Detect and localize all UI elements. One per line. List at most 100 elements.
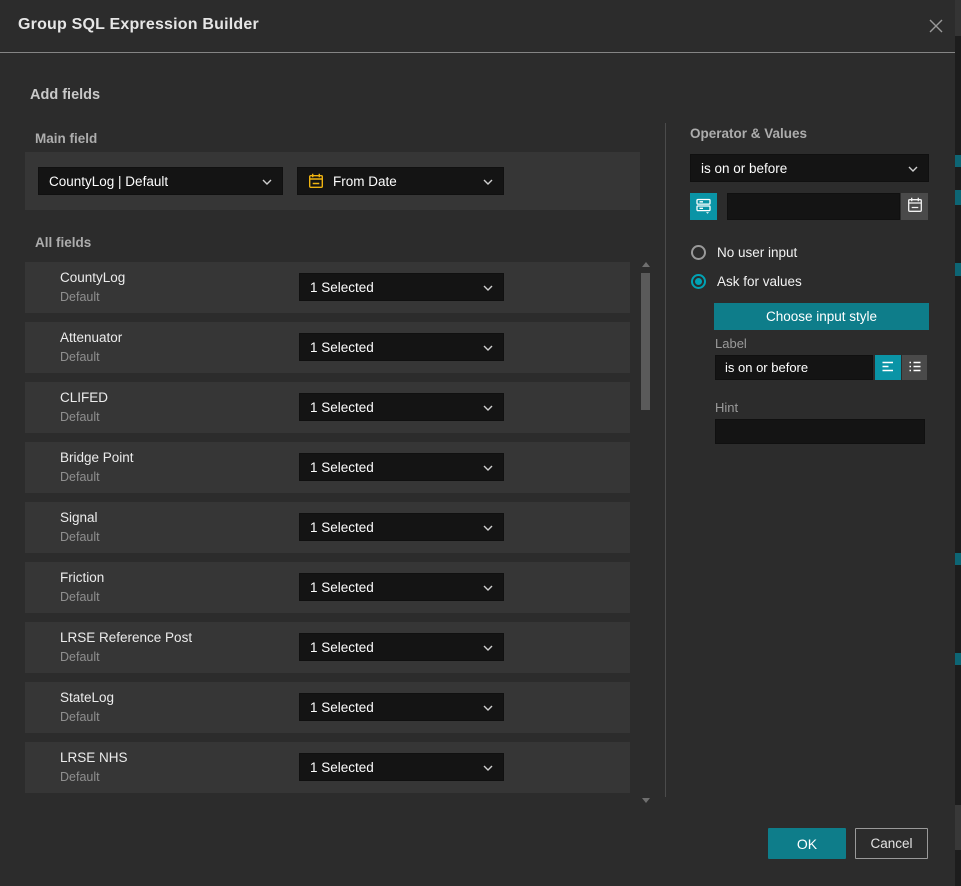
field-name: Bridge Point xyxy=(60,450,134,465)
main-field-source-value: CountyLog | Default xyxy=(49,174,256,189)
chevron-down-icon xyxy=(483,278,493,296)
field-name: CountyLog xyxy=(60,270,125,285)
value-input[interactable] xyxy=(727,193,900,220)
operator-dropdown[interactable]: is on or before xyxy=(690,154,929,182)
chevron-down-icon xyxy=(483,398,493,416)
field-row: Friction Default 1 Selected xyxy=(25,562,630,613)
cancel-button[interactable]: Cancel xyxy=(855,828,928,859)
main-field-panel: CountyLog | Default From Date xyxy=(25,152,640,210)
label-caption: Label xyxy=(715,336,747,351)
strip-segment xyxy=(955,805,961,850)
operator-selected-value: is on or before xyxy=(701,161,902,176)
field-selected-value: 1 Selected xyxy=(310,340,477,355)
chevron-down-icon xyxy=(483,698,493,716)
field-subtitle: Default xyxy=(60,290,100,304)
field-selected-dropdown[interactable]: 1 Selected xyxy=(299,393,504,421)
chevron-down-icon xyxy=(483,172,493,190)
field-selected-value: 1 Selected xyxy=(310,640,477,655)
column-divider xyxy=(665,123,666,797)
background-app-strip xyxy=(955,0,961,886)
field-selected-value: 1 Selected xyxy=(310,400,477,415)
field-selected-dropdown[interactable]: 1 Selected xyxy=(299,273,504,301)
strip-segment xyxy=(955,653,961,665)
field-row: Signal Default 1 Selected xyxy=(25,502,630,553)
chevron-down-icon xyxy=(483,758,493,776)
field-selected-value: 1 Selected xyxy=(310,280,477,295)
chevron-down-icon xyxy=(262,172,272,190)
field-selected-value: 1 Selected xyxy=(310,760,477,775)
field-selected-value: 1 Selected xyxy=(310,700,477,715)
field-selected-value: 1 Selected xyxy=(310,460,477,475)
radio-icon[interactable] xyxy=(691,245,706,260)
radio-selected-icon[interactable] xyxy=(691,274,706,289)
strip-segment xyxy=(955,0,961,36)
label-style-text-button[interactable] xyxy=(875,355,901,380)
scrollbar-down-arrow-icon[interactable] xyxy=(642,798,650,803)
stacked-rows-icon xyxy=(695,197,712,217)
chevron-down-icon xyxy=(483,338,493,356)
label-style-list-button[interactable] xyxy=(902,355,927,380)
strip-segment xyxy=(955,190,961,205)
group-sql-expression-builder-dialog: Group SQL Expression Builder Add fields … xyxy=(0,0,955,886)
field-selected-value: 1 Selected xyxy=(310,580,477,595)
choose-input-style-button[interactable]: Choose input style xyxy=(714,303,929,330)
field-selected-dropdown[interactable]: 1 Selected xyxy=(299,453,504,481)
ok-button[interactable]: OK xyxy=(768,828,846,859)
bulleted-list-icon xyxy=(907,359,923,377)
field-subtitle: Default xyxy=(60,350,100,364)
field-subtitle: Default xyxy=(60,710,100,724)
date-picker-button[interactable] xyxy=(901,193,928,220)
chevron-down-icon xyxy=(483,518,493,536)
main-field-field-value: From Date xyxy=(333,174,477,189)
field-subtitle: Default xyxy=(60,470,100,484)
field-name: Signal xyxy=(60,510,98,525)
field-name: StateLog xyxy=(60,690,114,705)
radio-ask-for-values-label: Ask for values xyxy=(717,274,802,289)
main-field-field-dropdown[interactable]: From Date xyxy=(297,167,504,195)
field-selected-dropdown[interactable]: 1 Selected xyxy=(299,693,504,721)
field-name: LRSE NHS xyxy=(60,750,128,765)
strip-segment xyxy=(955,553,961,565)
field-selected-dropdown[interactable]: 1 Selected xyxy=(299,753,504,781)
main-field-source-dropdown[interactable]: CountyLog | Default xyxy=(38,167,283,195)
strip-segment xyxy=(955,155,961,167)
scrollbar-thumb[interactable] xyxy=(641,273,650,410)
field-row: CLIFED Default 1 Selected xyxy=(25,382,630,433)
field-name: CLIFED xyxy=(60,390,108,405)
main-field-label: Main field xyxy=(35,131,97,146)
field-name: Attenuator xyxy=(60,330,122,345)
field-row: Attenuator Default 1 Selected xyxy=(25,322,630,373)
label-input[interactable] xyxy=(715,355,873,380)
dialog-title: Group SQL Expression Builder xyxy=(18,16,259,34)
align-left-icon xyxy=(880,359,896,377)
field-subtitle: Default xyxy=(60,770,100,784)
field-subtitle: Default xyxy=(60,410,100,424)
radio-no-user-input[interactable]: No user input xyxy=(691,245,797,260)
strip-segment xyxy=(955,263,961,276)
add-fields-heading: Add fields xyxy=(30,87,100,103)
radio-ask-for-values[interactable]: Ask for values xyxy=(691,274,802,289)
chevron-down-icon xyxy=(483,578,493,596)
field-subtitle: Default xyxy=(60,650,100,664)
chevron-down-icon xyxy=(483,638,493,656)
list-scrollbar[interactable] xyxy=(640,260,651,805)
field-selected-dropdown[interactable]: 1 Selected xyxy=(299,333,504,361)
field-selected-value: 1 Selected xyxy=(310,520,477,535)
field-selected-dropdown[interactable]: 1 Selected xyxy=(299,633,504,661)
close-icon[interactable] xyxy=(926,17,946,37)
calendar-icon xyxy=(907,197,923,216)
chevron-down-icon xyxy=(908,159,918,177)
field-row: CountyLog Default 1 Selected xyxy=(25,262,630,313)
scrollbar-up-arrow-icon[interactable] xyxy=(642,262,650,267)
radio-no-user-input-label: No user input xyxy=(717,245,797,260)
field-selected-dropdown[interactable]: 1 Selected xyxy=(299,513,504,541)
all-fields-label: All fields xyxy=(35,235,91,250)
operator-values-label: Operator & Values xyxy=(690,126,807,141)
field-selected-dropdown[interactable]: 1 Selected xyxy=(299,573,504,601)
calendar-icon xyxy=(308,173,324,189)
field-row: Bridge Point Default 1 Selected xyxy=(25,442,630,493)
hint-input[interactable] xyxy=(715,419,925,444)
value-input-type-button[interactable] xyxy=(690,193,717,220)
field-name: Friction xyxy=(60,570,104,585)
hint-caption: Hint xyxy=(715,400,738,415)
